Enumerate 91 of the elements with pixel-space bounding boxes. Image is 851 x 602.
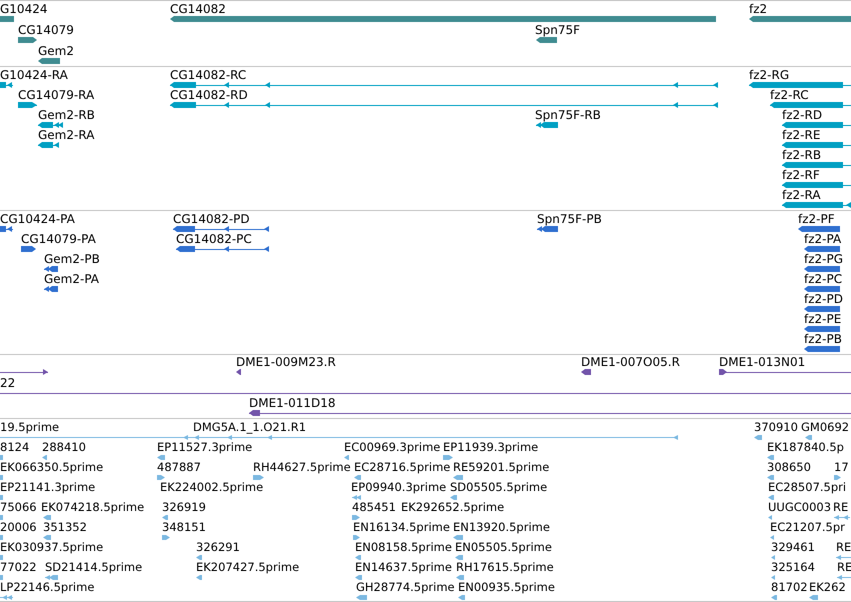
feature-label: 77022: [0, 561, 37, 574]
feature-label: 485451: [352, 501, 396, 514]
feature-label: EN14637.5prime: [355, 561, 452, 574]
feature-label: EN00935.5prime: [458, 581, 555, 594]
feature-label: EN08158.5prime: [355, 541, 452, 554]
feature-label: fz2-PD: [804, 293, 843, 306]
feature-label: CG14082-PD: [173, 213, 250, 226]
feature-label: G10424: [0, 3, 48, 16]
feature-label: DME1-013N01: [719, 356, 806, 369]
feature-label: EN05505.5prime: [455, 541, 552, 554]
feature-label: 325164: [771, 561, 815, 574]
feature-label: fz2-PG: [804, 253, 844, 266]
feature-label: 326919: [162, 501, 206, 514]
feature-label: fz2-RF: [782, 169, 820, 182]
feature-label: EP11939.3prime: [443, 441, 538, 454]
feature-label: DMG5A.1_1.O21.R1: [193, 421, 306, 434]
feature-label: DME1-011D18: [249, 397, 336, 410]
feature-label: fz2-PE: [804, 313, 842, 326]
feature-label: 288410: [42, 441, 86, 454]
feature-label: 20006: [0, 521, 37, 534]
feature-label: EC21207.5pr: [770, 521, 845, 534]
feature-label: fz2-PF: [798, 213, 835, 226]
feature-label: DME1-009M23.R: [236, 356, 336, 369]
feature-label: EC00969.3prime: [344, 441, 440, 454]
feature-label: fz2-RE: [782, 129, 820, 142]
feature-label: RH17615.5prime: [456, 561, 554, 574]
feature-label: EN13920.5prime: [453, 521, 550, 534]
feature-label: 75066: [0, 501, 37, 514]
feature-label: Gem2-RB: [38, 109, 95, 122]
feature-label: GM0692: [801, 421, 850, 434]
feature-label: Spn75F-PB: [537, 213, 602, 226]
feature-label: 8124: [0, 441, 30, 454]
feature-label: fz2-RB: [782, 149, 822, 162]
feature-label: 308650: [767, 461, 811, 474]
feature-label: EK066350.5prime: [0, 461, 104, 474]
feature-label: EP09940.3prime: [351, 481, 446, 494]
feature-label: EN16134.5prime: [353, 521, 450, 534]
feature-label: 81702: [771, 581, 808, 594]
feature-label: Spn75F-RB: [535, 109, 601, 122]
feature-label: RE: [836, 541, 851, 554]
feature-label: SD05505.5prime: [450, 481, 548, 494]
feature-label: EK207427.5prime: [196, 561, 300, 574]
feature-label: EC28716.5prime: [354, 461, 450, 474]
feature-label: RE59201.5prime: [453, 461, 550, 474]
feature-label: Gem2-PB: [44, 253, 100, 266]
feature-label: LP22146.5prime: [0, 581, 94, 594]
feature-label: G10424-RA: [0, 69, 68, 82]
feature-label: EK074218.5prime: [41, 501, 144, 514]
feature-label: EK292652.5prime: [401, 501, 504, 514]
feature-label: EC28507.5pri: [768, 481, 846, 494]
feature-label: RH44627.5prime: [253, 461, 351, 474]
feature-label: Gem2-PA: [44, 273, 100, 286]
feature-label: CG14079: [18, 24, 74, 37]
feature-label: UUGC0003: [768, 501, 832, 514]
feature-label: GH28774.5prime: [356, 581, 455, 594]
feature-label: 19.5prime: [0, 421, 60, 434]
feature-label: fz2: [749, 3, 768, 16]
feature-label: 370910: [754, 421, 798, 434]
feature-label: CG14082-RD: [170, 89, 248, 102]
feature-label: fz2-PB: [804, 333, 842, 346]
feature-label: EK030937.5prime: [0, 541, 104, 554]
feature-label: fz2-RC: [770, 89, 809, 102]
feature-label: EK187840.5p: [767, 441, 844, 454]
feature-label: EP21141.3prime: [0, 481, 96, 494]
feature-label: 326291: [196, 541, 240, 554]
feature-label: DME1-007O05.R: [581, 356, 680, 369]
feature-label: CG14082: [170, 3, 226, 16]
feature-label: 22: [0, 377, 16, 390]
feature-label: Gem2-RA: [38, 129, 94, 142]
feature-label: 329461: [771, 541, 815, 554]
feature-label: EK262: [809, 581, 846, 594]
feature-label: EK224002.5prime: [160, 481, 264, 494]
feature-label: fz2-RD: [782, 109, 822, 122]
feature-label: fz2-RG: [749, 69, 790, 82]
feature-label: SD21414.5prime: [45, 561, 142, 574]
feature-label: CG14082-RC: [170, 69, 246, 82]
feature-label: fz2-PC: [804, 273, 842, 286]
feature-label: CG14079-PA: [21, 233, 96, 246]
feature-label: EP11527.3prime: [157, 441, 252, 454]
feature-label: CG10424-PA: [0, 213, 75, 226]
feature-label: 348151: [162, 521, 206, 534]
feature-label: Gem2: [38, 45, 74, 58]
feature-label: Spn75F: [535, 24, 580, 37]
feature-label: 487887: [157, 461, 201, 474]
feature-label: CG14082-PC: [176, 233, 252, 246]
feature-label: fz2-PA: [804, 233, 842, 246]
feature-label: RE: [833, 501, 848, 514]
feature-label: 17: [834, 461, 849, 474]
feature-label: fz2-RA: [782, 189, 821, 202]
feature-label: CG14079-RA: [18, 89, 94, 102]
feature-label: 351352: [43, 521, 87, 534]
